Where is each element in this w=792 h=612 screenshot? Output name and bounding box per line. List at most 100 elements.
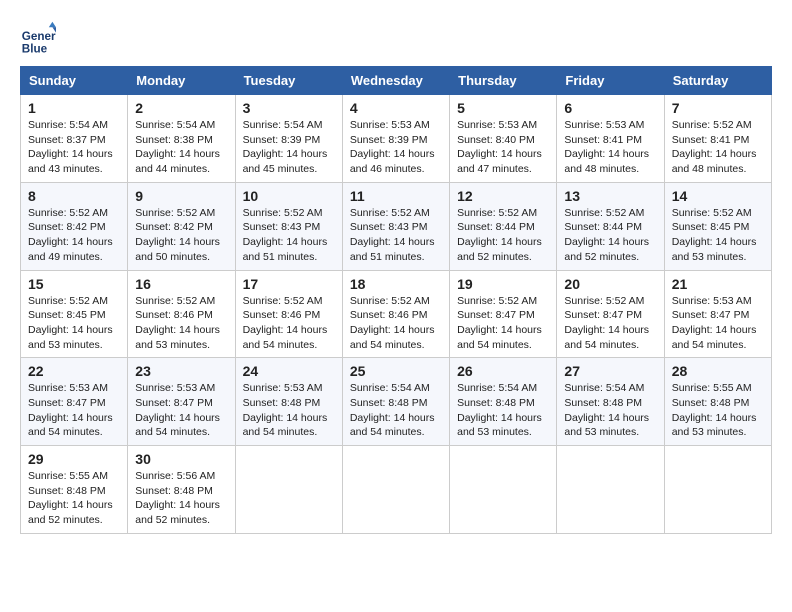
calendar-cell: 7 Sunrise: 5:52 AMSunset: 8:41 PMDaylight…: [664, 95, 771, 183]
day-info: Sunrise: 5:53 AMSunset: 8:47 PMDaylight:…: [672, 294, 764, 353]
calendar-cell: 26Sunrise: 5:54 AMSunset: 8:48 PMDayligh…: [450, 358, 557, 446]
day-number: 16: [135, 276, 227, 292]
day-info: Sunrise: 5:52 AMSunset: 8:43 PMDaylight:…: [243, 206, 335, 265]
calendar-cell: 25Sunrise: 5:54 AMSunset: 8:48 PMDayligh…: [342, 358, 449, 446]
day-number: 22: [28, 363, 120, 379]
day-number: 8: [28, 188, 120, 204]
day-info: Sunrise: 5:53 AMSunset: 8:47 PMDaylight:…: [135, 381, 227, 440]
day-number: 12: [457, 188, 549, 204]
calendar-cell: 5Sunrise: 5:53 AMSunset: 8:40 PMDaylight…: [450, 95, 557, 183]
day-number: 29: [28, 451, 120, 467]
calendar-cell: 20 Sunrise: 5:52 AMSunset: 8:47 PMDayligh…: [557, 270, 664, 358]
calendar-cell: 14 Sunrise: 5:52 AMSunset: 8:45 PMDayligh…: [664, 182, 771, 270]
day-number: 7: [672, 100, 764, 116]
day-number: 27: [564, 363, 656, 379]
day-number: 11: [350, 188, 442, 204]
day-info: Sunrise: 5:55 AMSunset: 8:48 PMDaylight:…: [672, 381, 764, 440]
day-info: Sunrise: 5:52 AMSunset: 8:46 PMDaylight:…: [350, 294, 442, 353]
header-sunday: Sunday: [21, 67, 128, 95]
day-info: Sunrise: 5:52 AMSunset: 8:42 PMDaylight:…: [135, 206, 227, 265]
day-info: Sunrise: 5:53 AMSunset: 8:40 PMDaylight:…: [457, 118, 549, 177]
calendar-cell: 9 Sunrise: 5:52 AMSunset: 8:42 PMDaylight…: [128, 182, 235, 270]
day-number: 13: [564, 188, 656, 204]
svg-text:General: General: [22, 30, 56, 43]
day-info: Sunrise: 5:52 AMSunset: 8:46 PMDaylight:…: [243, 294, 335, 353]
day-info: Sunrise: 5:52 AMSunset: 8:44 PMDaylight:…: [564, 206, 656, 265]
calendar-cell: 18Sunrise: 5:52 AMSunset: 8:46 PMDayligh…: [342, 270, 449, 358]
header-thursday: Thursday: [450, 67, 557, 95]
calendar-cell: [664, 446, 771, 534]
calendar-cell: 12 Sunrise: 5:52 AMSunset: 8:44 PMDayligh…: [450, 182, 557, 270]
calendar-cell: 17 Sunrise: 5:52 AMSunset: 8:46 PMDayligh…: [235, 270, 342, 358]
week-row-2: 8 Sunrise: 5:52 AMSunset: 8:42 PMDaylight…: [21, 182, 772, 270]
calendar-cell: 15Sunrise: 5:52 AMSunset: 8:45 PMDayligh…: [21, 270, 128, 358]
calendar-cell: 4 Sunrise: 5:53 AMSunset: 8:39 PMDaylight…: [342, 95, 449, 183]
calendar-cell: 29 Sunrise: 5:55 AMSunset: 8:48 PMDayligh…: [21, 446, 128, 534]
day-info: Sunrise: 5:52 AMSunset: 8:41 PMDaylight:…: [672, 118, 764, 177]
day-info: Sunrise: 5:52 AMSunset: 8:44 PMDaylight:…: [457, 206, 549, 265]
calendar-cell: [342, 446, 449, 534]
calendar-cell: 21 Sunrise: 5:53 AMSunset: 8:47 PMDayligh…: [664, 270, 771, 358]
header-friday: Friday: [557, 67, 664, 95]
day-info: Sunrise: 5:52 AMSunset: 8:42 PMDaylight:…: [28, 206, 120, 265]
day-number: 20: [564, 276, 656, 292]
header-monday: Monday: [128, 67, 235, 95]
week-row-4: 22 Sunrise: 5:53 AMSunset: 8:47 PMDayligh…: [21, 358, 772, 446]
day-info: Sunrise: 5:54 AMSunset: 8:38 PMDaylight:…: [135, 118, 227, 177]
day-info: Sunrise: 5:53 AMSunset: 8:47 PMDaylight:…: [28, 381, 120, 440]
day-number: 14: [672, 188, 764, 204]
day-number: 19: [457, 276, 549, 292]
svg-text:Blue: Blue: [22, 42, 48, 55]
header-saturday: Saturday: [664, 67, 771, 95]
calendar-cell: 30 Sunrise: 5:56 AMSunset: 8:48 PMDayligh…: [128, 446, 235, 534]
day-info: Sunrise: 5:52 AMSunset: 8:46 PMDaylight:…: [135, 294, 227, 353]
day-info: Sunrise: 5:53 AMSunset: 8:39 PMDaylight:…: [350, 118, 442, 177]
day-info: Sunrise: 5:52 AMSunset: 8:43 PMDaylight:…: [350, 206, 442, 265]
calendar-cell: 8 Sunrise: 5:52 AMSunset: 8:42 PMDaylight…: [21, 182, 128, 270]
calendar-cell: 11 Sunrise: 5:52 AMSunset: 8:43 PMDayligh…: [342, 182, 449, 270]
day-number: 9: [135, 188, 227, 204]
calendar-header-row: SundayMondayTuesdayWednesdayThursdayFrid…: [21, 67, 772, 95]
day-number: 30: [135, 451, 227, 467]
day-number: 26: [457, 363, 549, 379]
day-info: Sunrise: 5:56 AMSunset: 8:48 PMDaylight:…: [135, 469, 227, 528]
calendar-cell: 1 Sunrise: 5:54 AMSunset: 8:37 PMDaylight…: [21, 95, 128, 183]
day-info: Sunrise: 5:52 AMSunset: 8:47 PMDaylight:…: [457, 294, 549, 353]
day-number: 2: [135, 100, 227, 116]
calendar-cell: 22 Sunrise: 5:53 AMSunset: 8:47 PMDayligh…: [21, 358, 128, 446]
calendar-cell: 24Sunrise: 5:53 AMSunset: 8:48 PMDayligh…: [235, 358, 342, 446]
day-info: Sunrise: 5:54 AMSunset: 8:39 PMDaylight:…: [243, 118, 335, 177]
calendar-cell: 6 Sunrise: 5:53 AMSunset: 8:41 PMDaylight…: [557, 95, 664, 183]
day-info: Sunrise: 5:55 AMSunset: 8:48 PMDaylight:…: [28, 469, 120, 528]
calendar-cell: 23Sunrise: 5:53 AMSunset: 8:47 PMDayligh…: [128, 358, 235, 446]
day-number: 3: [243, 100, 335, 116]
day-number: 4: [350, 100, 442, 116]
day-number: 17: [243, 276, 335, 292]
calendar-cell: 19 Sunrise: 5:52 AMSunset: 8:47 PMDayligh…: [450, 270, 557, 358]
day-info: Sunrise: 5:52 AMSunset: 8:45 PMDaylight:…: [28, 294, 120, 353]
logo-icon: General Blue: [20, 20, 56, 56]
calendar-cell: 16 Sunrise: 5:52 AMSunset: 8:46 PMDayligh…: [128, 270, 235, 358]
calendar-cell: [235, 446, 342, 534]
calendar-cell: 10 Sunrise: 5:52 AMSunset: 8:43 PMDayligh…: [235, 182, 342, 270]
day-number: 21: [672, 276, 764, 292]
day-info: Sunrise: 5:54 AMSunset: 8:37 PMDaylight:…: [28, 118, 120, 177]
calendar-cell: 13 Sunrise: 5:52 AMSunset: 8:44 PMDayligh…: [557, 182, 664, 270]
day-info: Sunrise: 5:52 AMSunset: 8:45 PMDaylight:…: [672, 206, 764, 265]
calendar-cell: 2 Sunrise: 5:54 AMSunset: 8:38 PMDaylight…: [128, 95, 235, 183]
day-number: 10: [243, 188, 335, 204]
calendar-cell: [450, 446, 557, 534]
calendar-cell: 28 Sunrise: 5:55 AMSunset: 8:48 PMDayligh…: [664, 358, 771, 446]
day-number: 24: [243, 363, 335, 379]
calendar-cell: [557, 446, 664, 534]
day-info: Sunrise: 5:54 AMSunset: 8:48 PMDaylight:…: [564, 381, 656, 440]
day-info: Sunrise: 5:53 AMSunset: 8:41 PMDaylight:…: [564, 118, 656, 177]
week-row-1: 1 Sunrise: 5:54 AMSunset: 8:37 PMDaylight…: [21, 95, 772, 183]
week-row-5: 29 Sunrise: 5:55 AMSunset: 8:48 PMDayligh…: [21, 446, 772, 534]
header-tuesday: Tuesday: [235, 67, 342, 95]
day-number: 28: [672, 363, 764, 379]
day-number: 6: [564, 100, 656, 116]
day-number: 1: [28, 100, 120, 116]
day-info: Sunrise: 5:52 AMSunset: 8:47 PMDaylight:…: [564, 294, 656, 353]
calendar-cell: 27 Sunrise: 5:54 AMSunset: 8:48 PMDayligh…: [557, 358, 664, 446]
